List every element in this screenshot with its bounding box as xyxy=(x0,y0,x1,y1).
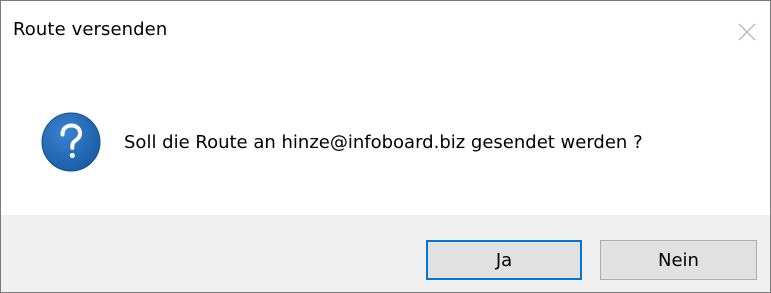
message-dialog: Route versenden Soll die Route an hinze@… xyxy=(0,0,771,293)
no-button[interactable]: Nein xyxy=(600,240,757,280)
dialog-message: Soll die Route an hinze@infoboard.biz ge… xyxy=(124,132,643,153)
title-bar[interactable]: Route versenden xyxy=(1,1,770,63)
close-icon xyxy=(738,23,756,41)
question-icon xyxy=(40,111,102,173)
close-button[interactable] xyxy=(724,1,770,63)
button-bar: Ja Nein xyxy=(1,215,770,292)
dialog-content: Soll die Route an hinze@infoboard.biz ge… xyxy=(1,63,770,215)
yes-button[interactable]: Ja xyxy=(426,240,582,280)
window-title: Route versenden xyxy=(13,19,168,40)
